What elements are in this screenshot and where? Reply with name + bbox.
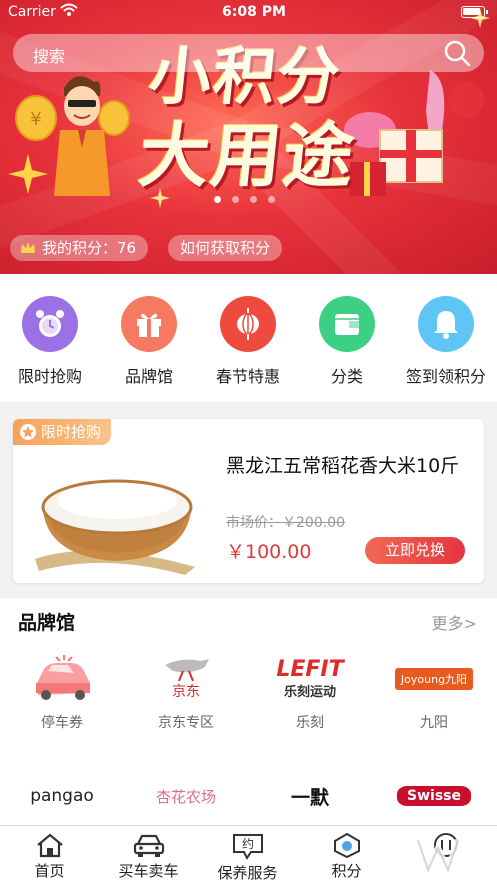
redeem-now-button[interactable]: 立即兑换 bbox=[365, 537, 465, 564]
sale-price: ￥100.00 bbox=[226, 541, 312, 563]
joyoung-logo-text: Joyoung九阳 bbox=[394, 668, 474, 690]
battery-icon bbox=[461, 6, 488, 18]
tab-home[interactable]: 首页 bbox=[0, 832, 99, 881]
xinghua-logo-text: 杏花农场 bbox=[155, 787, 216, 806]
star-badge-icon bbox=[20, 424, 36, 440]
carousel-dot[interactable] bbox=[232, 196, 239, 203]
lefit-logo-subtext: 乐刻运动 bbox=[283, 684, 336, 700]
menu-label: 签到领积分 bbox=[405, 367, 486, 386]
tab-points[interactable]: 积分 bbox=[297, 832, 396, 881]
brand-logo bbox=[2, 654, 122, 704]
brand-logo: Swisse bbox=[374, 776, 494, 816]
brand-item-jd[interactable]: 京东 京东专区 bbox=[126, 654, 246, 732]
tab-maintenance[interactable]: 约 保养服务 bbox=[198, 832, 297, 883]
menu-icon-bg bbox=[22, 296, 78, 352]
alarm-clock-icon bbox=[36, 310, 64, 337]
my-points-label: 我的积分：76 bbox=[42, 239, 137, 257]
brand-name: 九阳 bbox=[420, 715, 448, 731]
watermark-icon bbox=[415, 839, 482, 879]
menu-label: 分类 bbox=[330, 367, 363, 386]
status-bar: Carrier 6:08 PM bbox=[0, 0, 497, 26]
how-to-earn-button[interactable]: 如何获取积分 bbox=[168, 235, 283, 261]
pangao-logo-text: pangao bbox=[30, 786, 94, 806]
search-icon[interactable] bbox=[442, 38, 472, 68]
tab-buy-sell-car[interactable]: 买车卖车 bbox=[99, 832, 198, 881]
lefit-logo-text: LEFIT bbox=[276, 656, 344, 682]
tab-label: 保养服务 bbox=[217, 864, 278, 882]
chat-bubble-icon-text: 约 bbox=[241, 836, 253, 851]
carrier-label: Carrier bbox=[8, 4, 56, 20]
menu-label: 限时抢购 bbox=[17, 367, 82, 386]
carousel-dot[interactable] bbox=[250, 196, 257, 203]
brand-item-parking[interactable]: 停车券 bbox=[2, 654, 122, 732]
bell-icon bbox=[434, 311, 458, 339]
tab-label: 首页 bbox=[34, 862, 65, 880]
quick-menu: 限时抢购 品牌馆 春节特惠 分类 签到领积分 bbox=[0, 274, 497, 402]
brand-item-yimo[interactable]: 一默 bbox=[250, 776, 370, 816]
brand-item-joyoung[interactable]: Joyoung九阳 九阳 bbox=[374, 654, 494, 732]
menu-label: 品牌馆 bbox=[124, 367, 173, 386]
product-image-rice-bowl[interactable] bbox=[25, 449, 205, 579]
menu-item-checkin[interactable]: 签到领积分 bbox=[401, 296, 491, 387]
chat-bubble-icon: 约 bbox=[232, 834, 263, 860]
search-input[interactable]: 搜索 bbox=[33, 43, 65, 67]
crown-icon bbox=[21, 242, 35, 253]
clock: 6:08 PM bbox=[222, 4, 286, 20]
section-title: 品牌馆 bbox=[18, 612, 76, 634]
brand-logo: 一默 bbox=[250, 776, 370, 816]
menu-icon-bg bbox=[121, 296, 177, 352]
tab-label: 买车卖车 bbox=[118, 862, 179, 880]
my-points-pill[interactable]: 我的积分：76 bbox=[10, 235, 149, 261]
market-price: 市场价：￥200.00 bbox=[226, 515, 345, 531]
brand-item-xinghua[interactable]: 杏花农场 bbox=[126, 776, 246, 816]
jd-dog-logo bbox=[165, 659, 209, 681]
product-title[interactable]: 黑龙江五常稻花香大米10斤 bbox=[226, 453, 466, 480]
tab-label: 积分 bbox=[331, 862, 362, 880]
menu-item-brand-hall[interactable]: 品牌馆 bbox=[104, 296, 194, 387]
menu-icon-bg bbox=[319, 296, 375, 352]
menu-item-flash-sale[interactable]: 限时抢购 bbox=[5, 296, 95, 387]
carousel-dot[interactable] bbox=[214, 196, 221, 203]
brand-name: 停车券 bbox=[41, 715, 83, 731]
menu-icon-bg bbox=[220, 296, 276, 352]
svg-text:¥: ¥ bbox=[30, 109, 41, 130]
carousel-dots[interactable] bbox=[214, 196, 275, 203]
menu-icon-bg bbox=[418, 296, 474, 352]
brand-item-lefit[interactable]: LEFIT 乐刻运动 乐刻 bbox=[250, 654, 370, 732]
wifi-icon bbox=[60, 3, 78, 16]
lantern-icon bbox=[237, 308, 259, 340]
brand-item-pangao[interactable]: pangao bbox=[2, 776, 122, 816]
car-front-icon bbox=[133, 834, 164, 857]
flash-sale-card[interactable]: 限时抢购 黑龙江五常稻花香大米10斤 市场价：￥200.00 ￥100.00 立… bbox=[13, 419, 484, 583]
brand-logo: pangao bbox=[2, 776, 122, 816]
search-bar[interactable]: 搜索 bbox=[13, 34, 484, 72]
menu-item-spring-festival[interactable]: 春节特惠 bbox=[203, 296, 293, 387]
more-link[interactable]: 更多> bbox=[432, 610, 477, 634]
promo-banner[interactable]: ¥ 小积分 大用途 Carrier 6:08 PM 搜索 我的积分：76 如何获… bbox=[0, 0, 497, 274]
car-icon bbox=[36, 655, 90, 700]
flash-sale-tag: 限时抢购 bbox=[13, 419, 112, 445]
brand-logo: 杏花农场 bbox=[126, 776, 246, 816]
brand-logo: LEFIT 乐刻运动 bbox=[250, 654, 370, 704]
brand-name: 乐刻 bbox=[296, 715, 324, 731]
home-icon bbox=[36, 833, 63, 858]
points-icon bbox=[333, 832, 360, 858]
menu-label: 春节特惠 bbox=[215, 367, 280, 386]
banner-headline-line2: 大用途 bbox=[135, 114, 360, 197]
brand-name: 京东专区 bbox=[158, 715, 214, 731]
gift-icon bbox=[137, 313, 161, 337]
brand-logo: Joyoung九阳 bbox=[374, 654, 494, 704]
carousel-dot[interactable] bbox=[268, 196, 275, 203]
swisse-logo-text: Swisse bbox=[397, 786, 471, 806]
wallet-icon bbox=[335, 314, 359, 335]
jd-logo-text: 京东 bbox=[172, 684, 200, 700]
yimo-logo-text: 一默 bbox=[290, 786, 329, 809]
sparkle-star-icon bbox=[8, 154, 48, 194]
flash-sale-tag-label: 限时抢购 bbox=[41, 423, 102, 441]
brand-hall-section: 品牌馆 更多> 停车券 京东 京东专区 LEFIT 乐刻运动 乐刻 Joyoun… bbox=[0, 598, 497, 825]
brand-item-swisse[interactable]: Swisse bbox=[374, 776, 494, 816]
brand-logo: 京东 bbox=[126, 654, 246, 704]
menu-item-category[interactable]: 分类 bbox=[302, 296, 392, 387]
